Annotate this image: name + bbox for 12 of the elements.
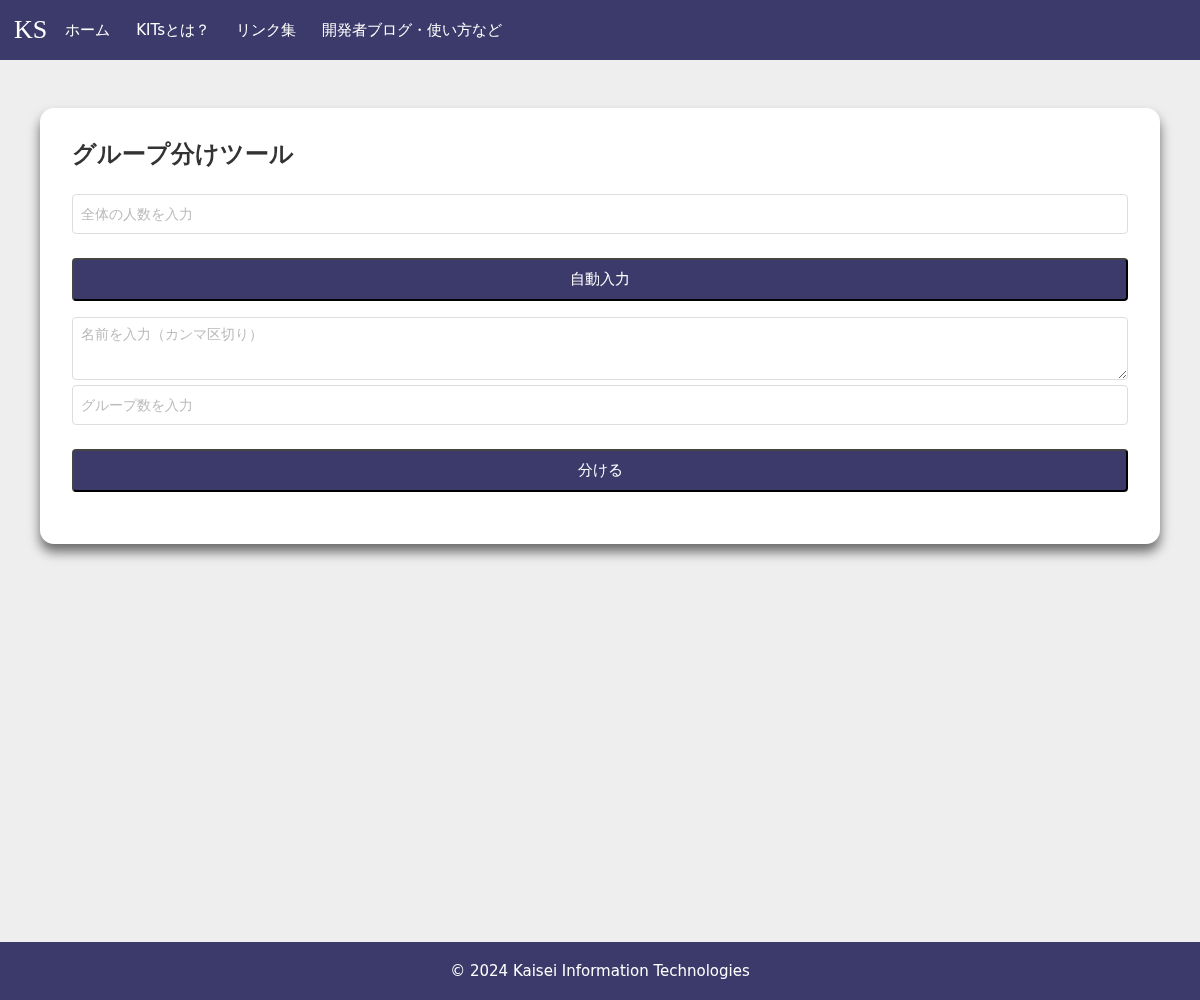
copyright-text: © 2024 Kaisei Information Technologies bbox=[450, 962, 750, 980]
site-logo[interactable]: KS bbox=[14, 15, 48, 45]
input-field[interactable]: グループ数を入力 bbox=[72, 385, 1128, 425]
action-button[interactable]: 自動入力 bbox=[72, 258, 1128, 301]
input-field[interactable]: 全体の人数を入力 bbox=[72, 194, 1128, 234]
nav-link[interactable]: KITsとは？ bbox=[136, 20, 210, 40]
action-button[interactable]: 分ける bbox=[72, 449, 1128, 492]
nav-link[interactable]: ホーム bbox=[65, 20, 111, 40]
nav-link[interactable]: 開発者ブログ・使い方など bbox=[322, 20, 502, 40]
tool-title: グループ分けツール bbox=[72, 139, 295, 170]
names-textarea[interactable]: 名前を入力（カンマ区切り） bbox=[72, 317, 1128, 380]
nav-link[interactable]: リンク集 bbox=[236, 20, 296, 40]
